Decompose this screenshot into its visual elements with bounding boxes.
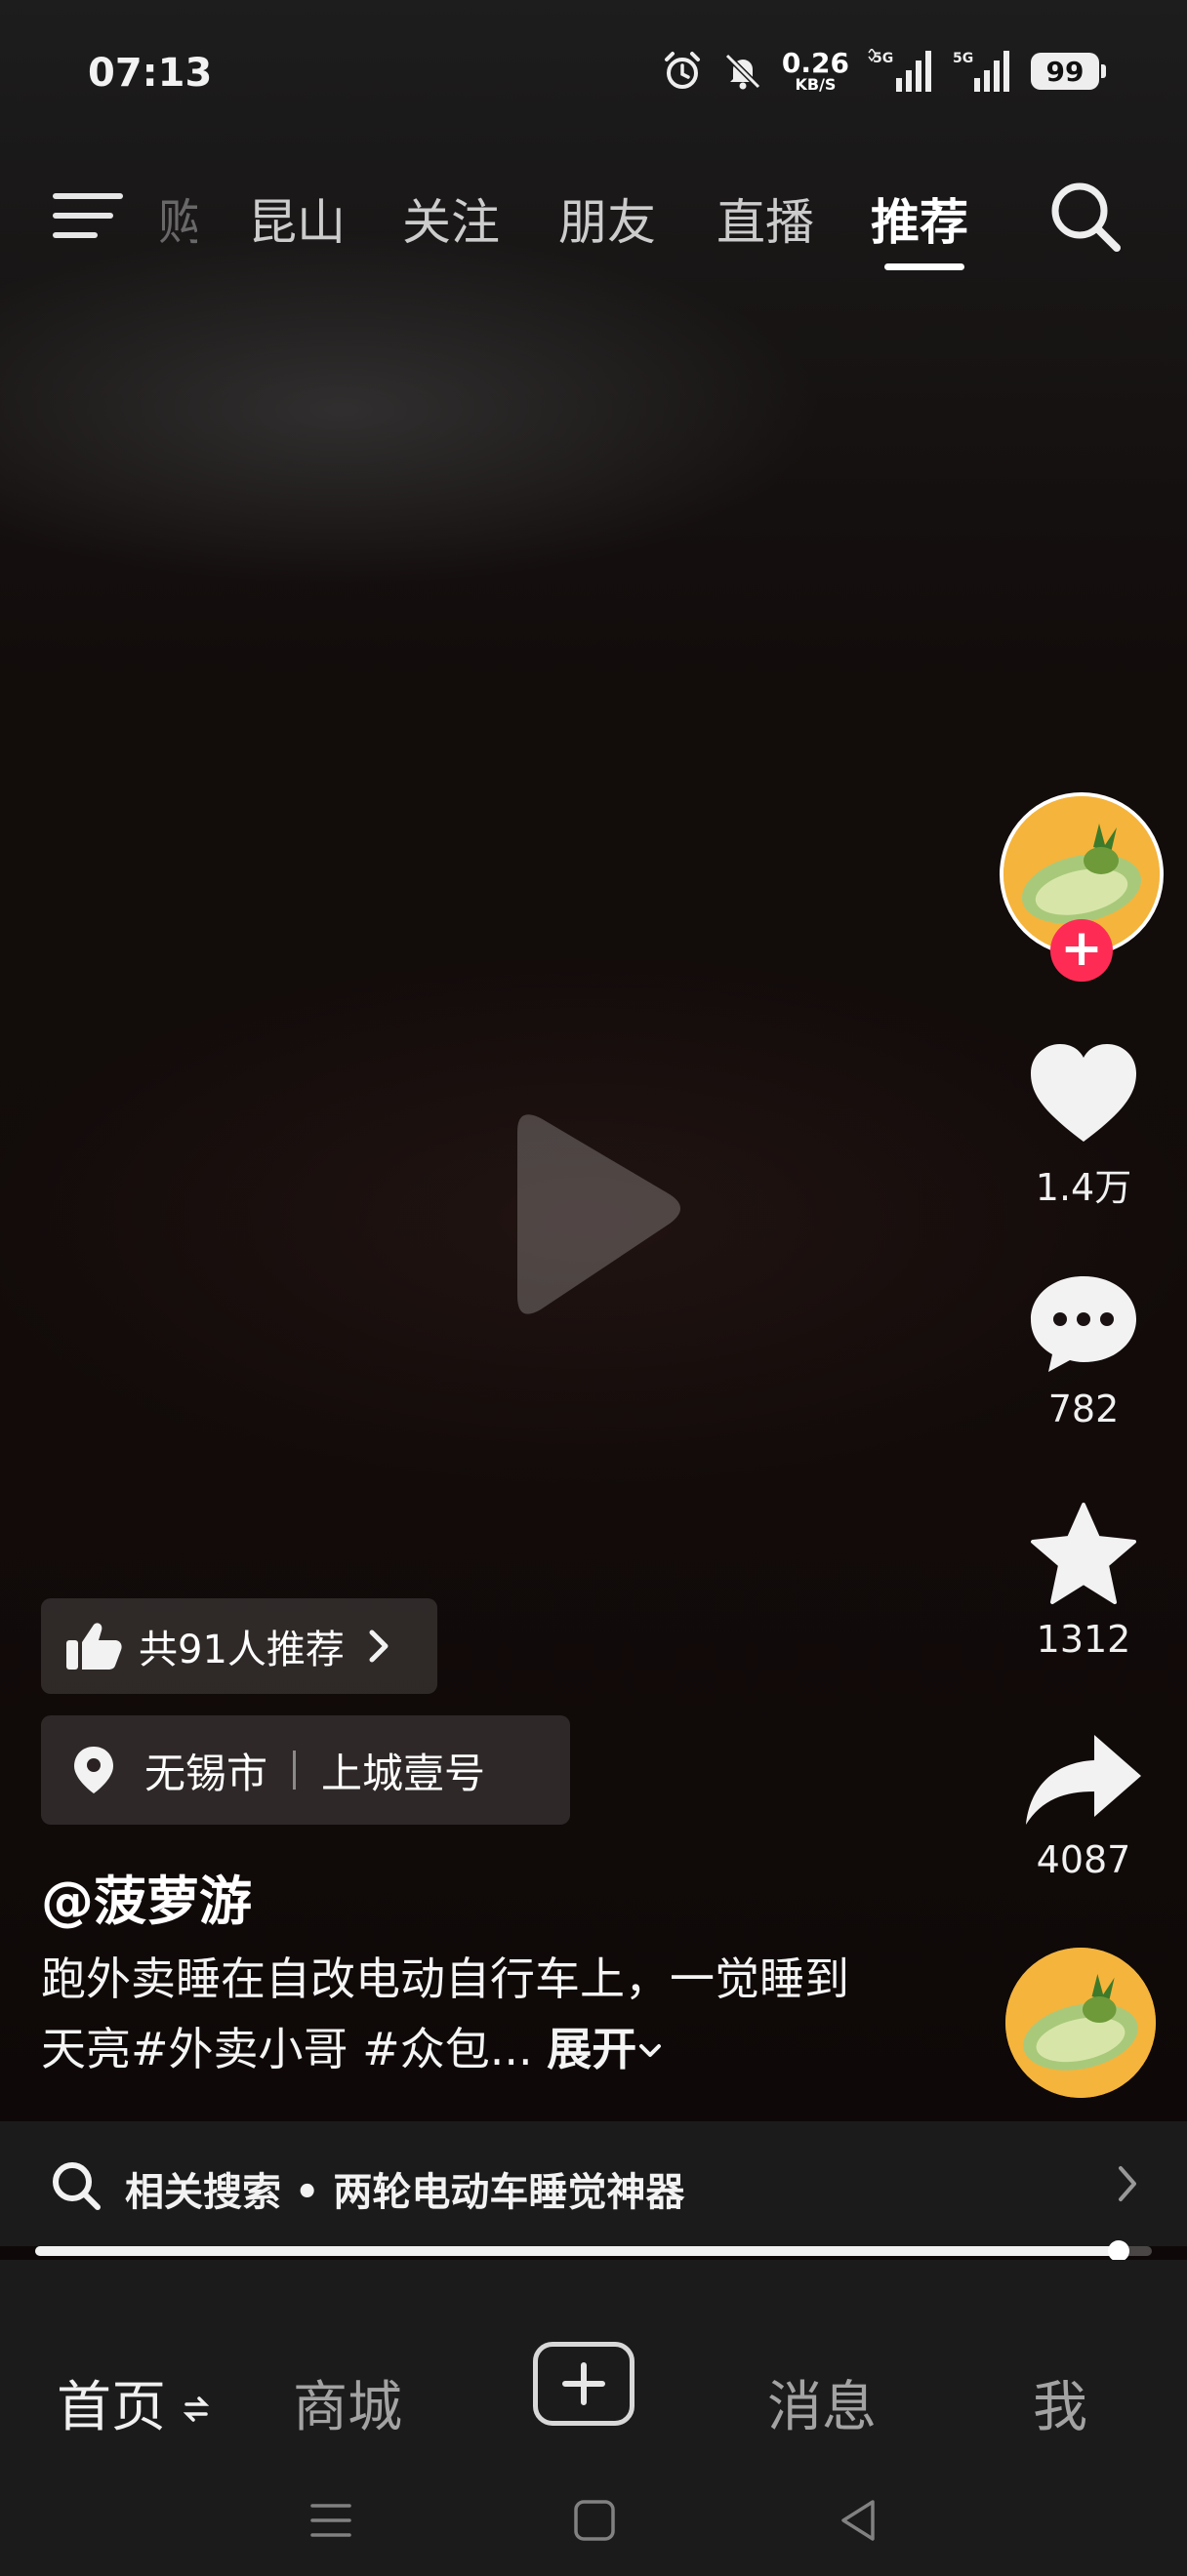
nav-messages[interactable]: 消息	[767, 2363, 877, 2442]
home-gesture-icon[interactable]	[572, 2498, 617, 2543]
tab-shop-partial[interactable]: 购	[158, 183, 197, 254]
location-pill[interactable]: 无锡市 上城壹号	[41, 1715, 570, 1825]
description-text: 跑外卖睡在自改电动自行车上，一觉睡到天亮#外卖小哥 #众包...	[41, 1952, 849, 2075]
tab-friends[interactable]: 朋友	[558, 183, 656, 254]
comment-action[interactable]: 782	[1005, 1270, 1162, 1430]
menu-button[interactable]	[53, 183, 123, 242]
chevron-right-icon	[1119, 2166, 1136, 2201]
star-icon[interactable]	[1025, 1501, 1142, 1608]
nav-mall[interactable]: 商城	[293, 2363, 402, 2442]
play-icon[interactable]	[488, 1103, 693, 1327]
bottom-nav: 首页 商城 消息 我	[0, 2260, 1187, 2576]
author-name[interactable]: @菠萝游	[41, 1858, 252, 1935]
follow-plus-button[interactable]: +	[1050, 919, 1113, 982]
expand-link[interactable]: 展开	[547, 2023, 664, 2075]
share-action[interactable]: 4087	[1005, 1731, 1162, 1881]
music-disc[interactable]	[1005, 1948, 1156, 2098]
share-icon[interactable]	[1020, 1731, 1147, 1829]
create-button[interactable]	[533, 2342, 634, 2426]
thumbs-up-icon	[66, 1623, 122, 1670]
share-count: 4087	[1036, 1838, 1131, 1881]
search-icon-small	[53, 2162, 101, 2210]
battery-indicator: 99	[1031, 53, 1106, 90]
status-icons: 0.26 KB/S 5G 5G 99	[661, 49, 1106, 94]
search-icon[interactable]	[1044, 176, 1126, 258]
favorite-count: 1312	[1036, 1618, 1131, 1661]
location-pin-icon	[74, 1747, 113, 1793]
signal-5g-icon: 5G	[868, 49, 931, 92]
signal-5g-icon-2: 5G	[953, 51, 1009, 92]
like-count: 1.4万	[1035, 1166, 1132, 1209]
switch-arrows-icon	[183, 2396, 210, 2422]
progress-fill	[35, 2246, 1119, 2256]
location-city: 无锡市	[144, 1749, 268, 1797]
top-nav: 购 昆山 关注 朋友 直播 推荐	[0, 176, 1187, 273]
recommend-pill[interactable]: 共91人推荐	[41, 1598, 437, 1694]
related-search-bar[interactable]: 相关搜索 • 两轮电动车睡觉神器	[0, 2121, 1187, 2246]
video-description[interactable]: 跑外卖睡在自改电动自行车上，一觉睡到天亮#外卖小哥 #众包... 展开	[41, 1944, 880, 2084]
heart-icon[interactable]	[1025, 1040, 1142, 1147]
nav-home[interactable]: 首页	[57, 2363, 210, 2442]
video-progress-bar[interactable]	[35, 2240, 1152, 2262]
like-action[interactable]: 1.4万	[1005, 1040, 1162, 1211]
status-time: 07:13	[88, 51, 213, 96]
chevron-right-icon	[369, 1630, 389, 1663]
tab-following[interactable]: 关注	[402, 183, 500, 254]
chevron-down-icon	[639, 2044, 662, 2057]
music-disc-image	[1005, 1948, 1156, 2098]
network-1-label: 5G	[873, 51, 893, 66]
expand-label: 展开	[547, 2023, 637, 2075]
nav-home-label: 首页	[57, 2376, 166, 2439]
tab-live[interactable]: 直播	[716, 183, 814, 254]
net-speed-unit: KB/S	[795, 75, 837, 94]
author-avatar[interactable]: +	[1000, 792, 1164, 982]
back-gesture-icon[interactable]	[836, 2498, 880, 2543]
net-speed-value: 0.26	[781, 47, 849, 79]
comment-count: 782	[1047, 1388, 1120, 1430]
location-separator	[293, 1751, 297, 1790]
tab-kunshan[interactable]: 昆山	[248, 183, 346, 254]
mute-bell-icon	[724, 53, 761, 90]
recent-apps-icon[interactable]	[308, 2498, 353, 2543]
status-bar: 07:13 0.26 KB/S 5G 5G 99	[0, 0, 1187, 156]
progress-knob[interactable]	[1107, 2240, 1129, 2262]
plus-icon	[562, 2362, 605, 2405]
location-place: 上城壹号	[321, 1749, 486, 1797]
favorite-action[interactable]: 1312	[1005, 1501, 1162, 1661]
tab-recommended[interactable]: 推荐	[871, 183, 968, 254]
recommend-text: 共91人推荐	[139, 1628, 345, 1672]
net-speed: 0.26 KB/S	[782, 50, 849, 93]
active-tab-indicator	[884, 263, 964, 270]
related-search-text: 相关搜索 • 两轮电动车睡觉神器	[125, 2170, 685, 2215]
nav-me[interactable]: 我	[1033, 2363, 1087, 2442]
comment-icon[interactable]	[1025, 1270, 1142, 1378]
alarm-icon	[664, 52, 700, 89]
network-2-label: 5G	[953, 51, 973, 66]
